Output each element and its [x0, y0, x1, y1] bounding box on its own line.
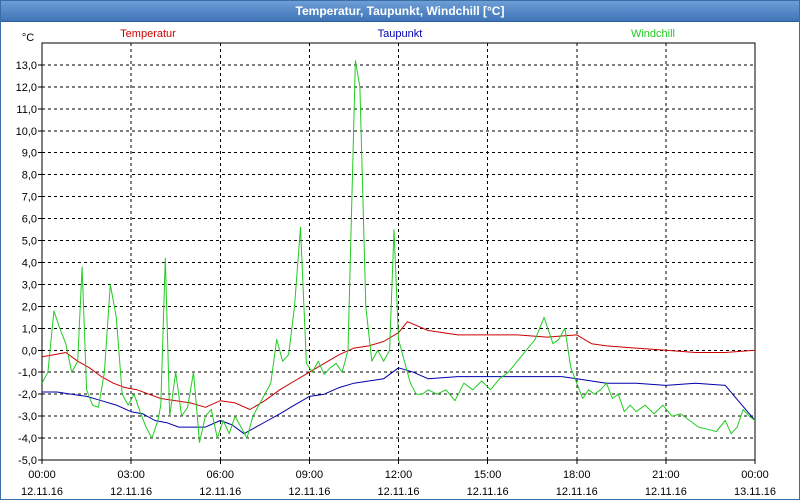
- y-tick-label: 13,0: [16, 60, 37, 72]
- y-tick-label: -2,0: [18, 389, 37, 401]
- x-tick-time-label: 15:00: [474, 469, 502, 481]
- x-tick-date-label: 12.11.16: [556, 486, 598, 498]
- y-tick-label: 2,0: [22, 301, 37, 313]
- y-tick-label: 11,0: [16, 104, 37, 116]
- x-tick-date-label: 12.11.16: [377, 486, 419, 498]
- legend-item-taupunkt: Taupunkt: [378, 28, 423, 40]
- x-tick-time-label: 09:00: [296, 469, 324, 481]
- y-unit-label: °C: [22, 32, 34, 44]
- x-tick-date-label: 12.11.16: [21, 486, 63, 498]
- x-tick-date-label: 12.11.16: [645, 486, 687, 498]
- y-tick-label: 7,0: [22, 192, 37, 204]
- x-tick-time-label: 06:00: [206, 469, 234, 481]
- x-tick-date-label: 12.11.16: [110, 486, 152, 498]
- x-tick-time-label: 21:00: [652, 469, 680, 481]
- y-tick-label: 8,0: [22, 170, 37, 182]
- x-tick-time-label: 00:00: [28, 469, 56, 481]
- y-tick-label: 0,0: [22, 345, 37, 357]
- x-tick-time-label: 00:00: [741, 469, 769, 481]
- y-tick-label: 5,0: [22, 236, 37, 248]
- x-tick-date-label: 13.11.16: [734, 486, 776, 498]
- x-tick-date-label: 12.11.16: [467, 486, 509, 498]
- y-tick-label: 3,0: [22, 279, 37, 291]
- x-tick-time-label: 03:00: [117, 469, 145, 481]
- legend-item-windchill: Windchill: [631, 28, 675, 40]
- y-tick-label: -3,0: [18, 411, 37, 423]
- legend-item-temperatur: Temperatur: [120, 28, 176, 40]
- x-tick-time-label: 18:00: [563, 469, 591, 481]
- y-tick-label: 4,0: [22, 257, 37, 269]
- y-tick-label: 9,0: [22, 148, 37, 160]
- chart-canvas: -5,0 -4,0 -3,0 -2,0 -1,0 0,0 1,0 2,0 3,0 4,0 5,0 6,…: [16, 28, 776, 498]
- x-tick-time-label: 12:00: [385, 469, 413, 481]
- y-tick-label: 12,0: [16, 82, 37, 94]
- y-tick-label: 6,0: [22, 214, 37, 226]
- y-tick-label: -4,0: [18, 433, 37, 445]
- y-tick-label: -1,0: [18, 367, 37, 379]
- chart-window: Temperatur, Taupunkt, Windchill [°C] -5,…: [0, 0, 800, 500]
- y-tick-label: 1,0: [22, 323, 37, 335]
- x-tick-date-label: 12.11.16: [288, 486, 330, 498]
- y-tick-label: -5,0: [18, 455, 37, 467]
- x-tick-date-label: 12.11.16: [199, 486, 241, 498]
- y-tick-label: 10,0: [16, 126, 37, 138]
